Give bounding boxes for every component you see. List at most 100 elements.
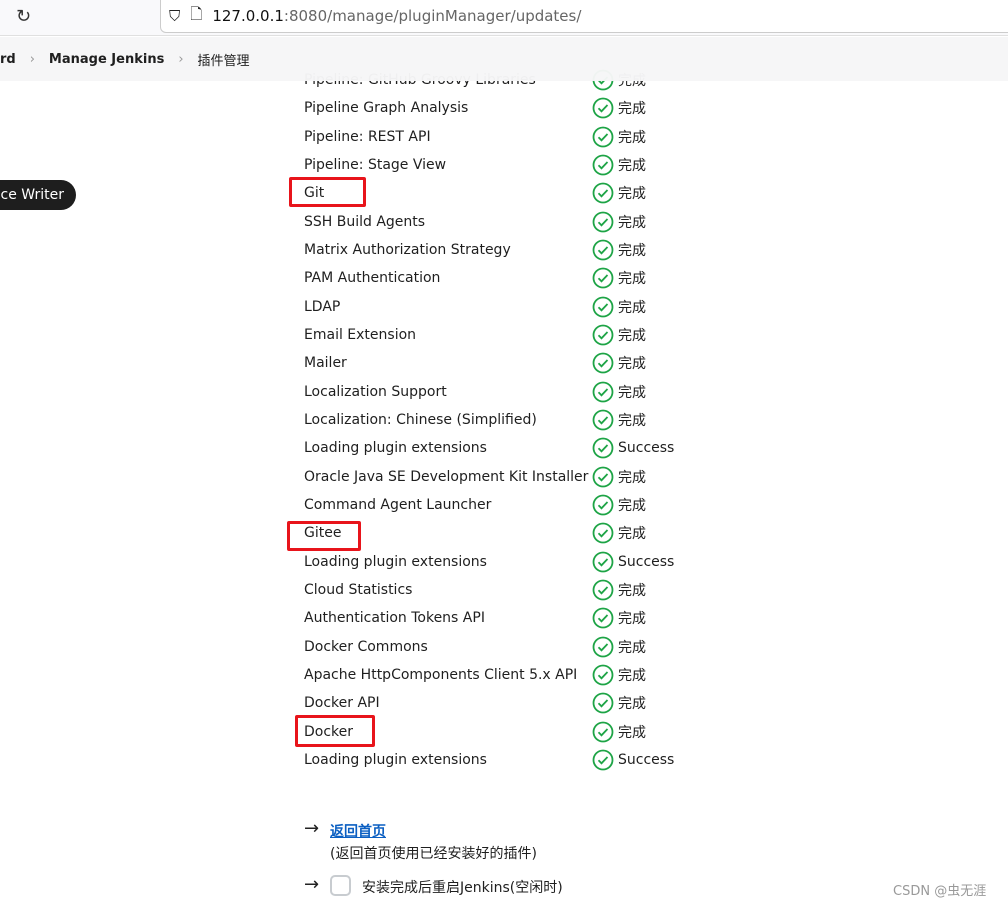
- plugin-name: Command Agent Launcher: [304, 496, 492, 513]
- check-circle-icon: [592, 296, 614, 318]
- plugin-name: Localization Support: [304, 383, 447, 400]
- plugin-status: 完成: [592, 494, 646, 516]
- shield-icon[interactable]: ⛉: [169, 7, 180, 25]
- plugin-name: Loading plugin extensions: [304, 553, 487, 570]
- plugin-status: 完成: [592, 381, 646, 403]
- plugin-status: 完成: [592, 182, 646, 204]
- check-circle-icon: [592, 352, 614, 374]
- plugin-name: Oracle Java SE Development Kit Installer: [304, 468, 589, 485]
- plugin-status: 完成: [592, 352, 646, 374]
- plugin-status: 完成: [592, 211, 646, 233]
- arrow-right-icon: →: [304, 874, 320, 895]
- status-text: 完成: [618, 611, 646, 628]
- status-text: 完成: [618, 242, 646, 259]
- plugin-name: Loading plugin extensions: [304, 751, 487, 768]
- status-text: 完成: [618, 469, 646, 486]
- plugin-status: 完成: [592, 579, 646, 601]
- plugin-status: 完成: [592, 636, 646, 658]
- plugin-name: Email Extension: [304, 326, 417, 343]
- plugin-name: Docker Commons: [304, 638, 428, 655]
- check-circle-icon: [592, 182, 614, 204]
- status-text: 完成: [618, 214, 646, 231]
- plugin-name: Docker API: [304, 695, 380, 712]
- plugin-status: 完成: [592, 466, 646, 488]
- status-text: 完成: [618, 327, 646, 344]
- plugin-name: LDAP: [304, 298, 341, 315]
- plugin-name: SSH Build Agents: [304, 213, 426, 230]
- plugin-status: 完成: [592, 154, 646, 176]
- status-text: 完成: [618, 101, 646, 118]
- plugin-row: SSH Build Agents 完成: [304, 208, 704, 236]
- restart-label[interactable]: 安装完成后重启Jenkins(空闲时): [362, 877, 563, 897]
- plugin-name: Pipeline: Stage View: [304, 156, 447, 173]
- status-text: 完成: [618, 724, 646, 741]
- plugin-row: Pipeline: REST API 完成: [304, 123, 704, 151]
- breadcrumb-manage-jenkins[interactable]: Manage Jenkins: [49, 52, 164, 67]
- plugin-row: LDAP 完成: [304, 293, 704, 321]
- check-circle-icon: [592, 97, 614, 119]
- check-circle-icon: [592, 211, 614, 233]
- plugin-row: Matrix Authorization Strategy 完成: [304, 236, 704, 264]
- status-text: 完成: [618, 157, 646, 174]
- breadcrumb-dashboard[interactable]: rd: [0, 52, 16, 67]
- plugin-name: PAM Authentication: [304, 270, 441, 287]
- plugin-row: Pipeline Graph Analysis 完成: [304, 94, 704, 122]
- breadcrumb-plugin-manager[interactable]: 插件管理: [198, 50, 250, 69]
- status-text: Success: [618, 751, 675, 768]
- status-text: 完成: [618, 271, 646, 288]
- plugin-row: Loading plugin extensions Success: [304, 434, 704, 462]
- url-host: 127.0.0.1: [212, 7, 284, 25]
- home-note: (返回首页使用已经安装好的插件): [330, 846, 537, 862]
- plugin-row: Loading plugin extensions Success: [304, 548, 704, 576]
- chevron-right-icon: ›: [29, 51, 35, 67]
- plugin-row: Apache HttpComponents Client 5.x API 完成: [304, 661, 704, 689]
- plugin-row: Command Agent Launcher 完成: [304, 491, 704, 519]
- check-circle-icon: [592, 494, 614, 516]
- plugin-status: 完成: [592, 692, 646, 714]
- tooltip: ice Writer: [0, 180, 76, 210]
- status-text: 完成: [618, 186, 646, 203]
- plugin-row: Localization: Chinese (Simplified) 完成: [304, 406, 704, 434]
- status-text: 完成: [618, 497, 646, 514]
- plugin-status: 完成: [592, 97, 646, 119]
- check-circle-icon: [592, 409, 614, 431]
- status-text: 完成: [618, 526, 646, 543]
- plugin-row: Docker API 完成: [304, 689, 704, 717]
- plugin-status: 完成: [592, 267, 646, 289]
- status-text: 完成: [618, 696, 646, 713]
- status-text: 完成: [618, 639, 646, 656]
- plugin-name: Loading plugin extensions: [304, 440, 487, 457]
- go-home-link[interactable]: 返回首页: [330, 821, 386, 841]
- plugin-row: Gitee 完成: [304, 519, 704, 547]
- check-circle-icon: [592, 551, 614, 573]
- watermark: CSDN @虫无涯: [893, 884, 987, 899]
- plugin-status: 完成: [592, 126, 646, 148]
- restart-checkbox[interactable]: [330, 875, 351, 896]
- check-circle-icon: [592, 239, 614, 261]
- status-text: 完成: [618, 299, 646, 316]
- plugin-row: Pipeline: Stage View 完成: [304, 151, 704, 179]
- status-text: 完成: [618, 384, 646, 401]
- check-circle-icon: [592, 126, 614, 148]
- status-text: 完成: [618, 356, 646, 373]
- plugin-name: Matrix Authorization Strategy: [304, 241, 511, 258]
- plugin-name: Pipeline: REST API: [304, 128, 431, 145]
- plugin-row: PAM Authentication 完成: [304, 264, 704, 292]
- check-circle-icon: [592, 154, 614, 176]
- plugin-status: 完成: [592, 607, 646, 629]
- plugin-name: Authentication Tokens API: [304, 610, 485, 627]
- highlight-box: [289, 177, 366, 207]
- check-circle-icon: [592, 579, 614, 601]
- plugin-name: Cloud Statistics: [304, 581, 413, 598]
- check-circle-icon: [592, 466, 614, 488]
- address-bar[interactable]: ⛉ 🗋 127.0.0.1:8080/manage/pluginManager/…: [160, 0, 1008, 33]
- breadcrumb: rd › Manage Jenkins › 插件管理: [0, 37, 1008, 81]
- reload-icon[interactable]: ↻: [16, 6, 31, 27]
- browser-toolbar: ↻ ⛉ 🗋 127.0.0.1:8080/manage/pluginManage…: [0, 0, 1008, 36]
- plugin-name: Pipeline Graph Analysis: [304, 100, 469, 117]
- plugin-status: Success: [592, 437, 674, 459]
- highlight-box: [295, 715, 375, 747]
- status-text: Success: [618, 553, 675, 570]
- plugin-row: Docker Commons 完成: [304, 633, 704, 661]
- plugin-row: Oracle Java SE Development Kit Installer…: [304, 463, 704, 491]
